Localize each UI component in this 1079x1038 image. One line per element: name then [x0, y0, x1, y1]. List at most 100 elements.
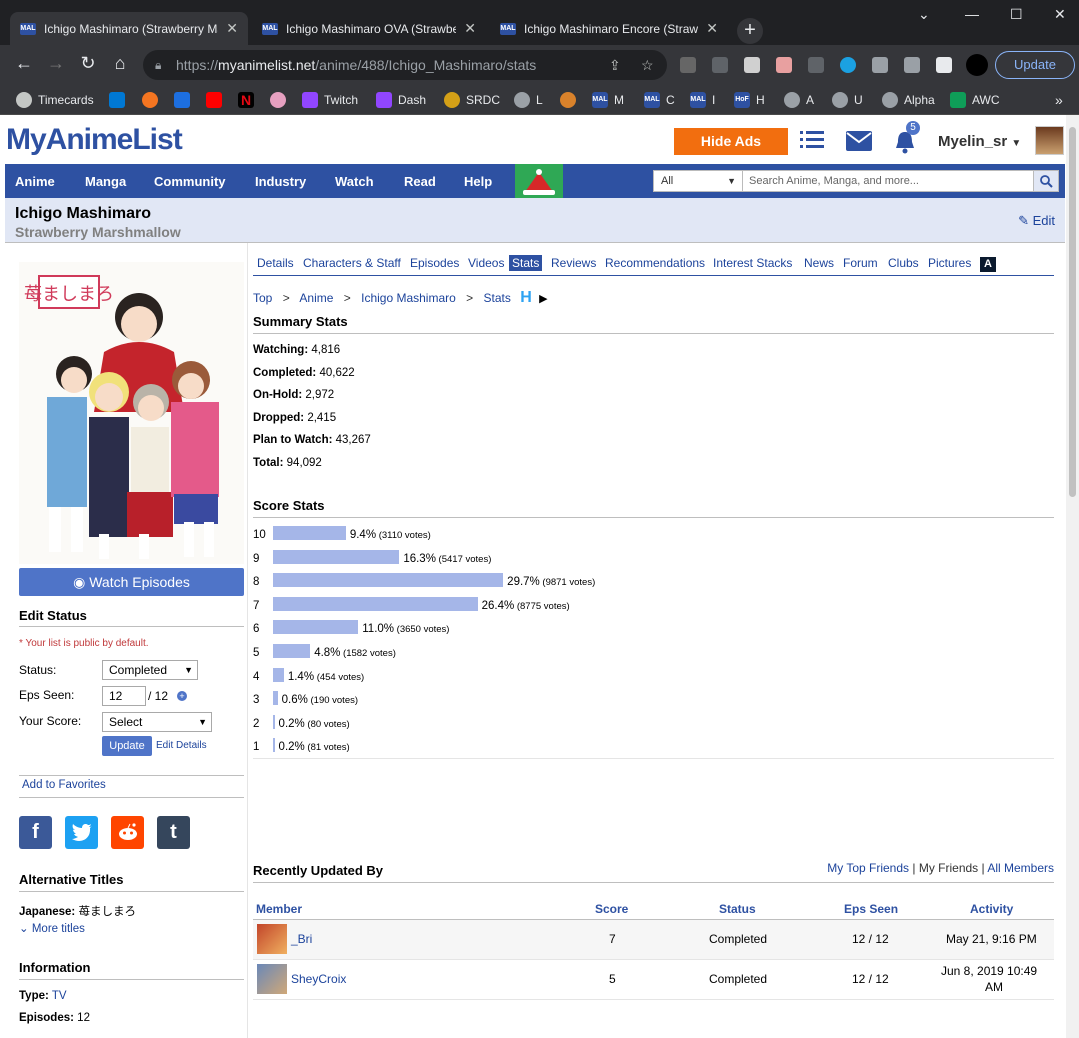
side-panel-icon[interactable] — [936, 57, 952, 73]
hi-logo-icon[interactable]: H — [520, 289, 532, 306]
bookmark-item[interactable]: N — [238, 90, 260, 110]
tab-recommendations[interactable]: Recommendations — [605, 256, 705, 270]
edit-link[interactable]: ✎ Edit — [1018, 213, 1055, 229]
plus-icon[interactable]: + — [177, 691, 187, 701]
all-members-link[interactable]: All Members — [987, 861, 1054, 875]
shazam-icon[interactable] — [840, 57, 856, 73]
browser-tab-1[interactable]: MAL Ichigo Mashimaro (Strawberry Ma ✕ — [10, 12, 248, 45]
bookmark-item[interactable] — [270, 90, 292, 110]
extensions-puzzle-icon[interactable] — [872, 57, 888, 73]
extension-5-icon[interactable] — [808, 57, 824, 73]
menu-help[interactable]: Help — [464, 164, 492, 198]
tab-search-icon[interactable]: ⌄ — [918, 6, 930, 23]
page-scrollbar[interactable] — [1066, 115, 1079, 1038]
close-tab-icon[interactable]: ✕ — [226, 20, 238, 37]
watch-episodes-button[interactable]: ◉ Watch Episodes — [19, 568, 244, 596]
bookmark-item[interactable]: Alpha — [882, 90, 935, 110]
bookmark-item[interactable]: Dash — [376, 90, 426, 110]
bookmark-item[interactable]: MAL I — [690, 90, 715, 110]
profile-avatar-icon[interactable] — [966, 54, 988, 76]
tab-interest-stacks[interactable]: Interest Stacks — [713, 256, 792, 270]
bookmark-star-icon[interactable]: ☆ — [641, 50, 654, 80]
bookmark-item[interactable] — [174, 90, 196, 110]
tab-episodes[interactable]: Episodes — [410, 256, 459, 270]
minimize-icon[interactable]: — — [965, 6, 979, 22]
breadcrumb-title[interactable]: Ichigo Mashimaro — [361, 291, 456, 305]
santa-hat-icon[interactable] — [515, 164, 563, 198]
menu-anime[interactable]: Anime — [15, 164, 55, 198]
bookmark-item[interactable]: A — [784, 90, 814, 110]
score-select[interactable]: Select ▼ — [102, 712, 212, 732]
extension-2-icon[interactable] — [712, 57, 728, 73]
tab-pictures[interactable]: Pictures — [928, 256, 971, 270]
tab-forum[interactable]: Forum — [843, 256, 878, 270]
mail-icon[interactable] — [846, 131, 872, 154]
update-button[interactable]: Update — [102, 736, 152, 756]
menu-manga[interactable]: Manga — [85, 164, 126, 198]
member-avatar[interactable] — [257, 964, 287, 994]
scrollbar-thumb[interactable] — [1069, 127, 1076, 497]
hide-ads-button[interactable]: Hide Ads — [674, 128, 788, 155]
media-control-icon[interactable] — [904, 57, 920, 73]
play-icon[interactable]: ▶ — [539, 293, 547, 305]
reload-icon[interactable]: ↻ — [76, 53, 100, 74]
close-tab-icon[interactable]: ✕ — [706, 20, 718, 37]
facebook-icon[interactable]: f — [19, 816, 52, 849]
tab-news[interactable]: News — [804, 256, 834, 270]
browser-tab-2[interactable]: MAL Ichigo Mashimaro OVA (Strawberr ✕ — [252, 12, 486, 45]
member-link[interactable]: SheyCroix — [291, 972, 346, 986]
eps-seen-input[interactable]: 12 — [102, 686, 146, 706]
address-bar[interactable]: 🔒︎ https://myanimelist.net/anime/488/Ich… — [143, 50, 667, 80]
bookmark-item[interactable]: SRDC — [444, 90, 500, 110]
tab-reviews[interactable]: Reviews — [551, 256, 596, 270]
home-icon[interactable]: ⌂ — [108, 53, 132, 74]
back-icon[interactable]: ← — [12, 53, 36, 74]
bookmark-item[interactable] — [206, 90, 228, 110]
bookmark-item[interactable] — [109, 90, 131, 110]
close-window-icon[interactable]: ✕ — [1054, 6, 1066, 23]
menu-community[interactable]: Community — [154, 164, 226, 198]
bookmark-item[interactable]: AWC — [950, 90, 1000, 110]
site-logo[interactable]: MyAnimeList — [6, 123, 183, 157]
tab-clubs[interactable]: Clubs — [888, 256, 919, 270]
status-select[interactable]: Completed ▼ — [102, 660, 198, 680]
twitter-icon[interactable] — [65, 816, 98, 849]
tab-stats[interactable]: Stats — [509, 255, 543, 271]
extension-3-icon[interactable] — [744, 57, 760, 73]
new-tab-button[interactable]: + — [737, 18, 763, 44]
breadcrumb-stats[interactable]: Stats — [484, 291, 511, 305]
close-tab-icon[interactable]: ✕ — [464, 20, 476, 37]
bookmark-item[interactable]: L — [514, 90, 543, 110]
anilist-icon[interactable]: A — [980, 257, 996, 272]
search-scope-select[interactable]: All ▼ — [653, 170, 743, 192]
bookmark-item[interactable]: HoF H — [734, 90, 765, 110]
browser-tab-3[interactable]: MAL Ichigo Mashimaro Encore (Strawb ✕ — [490, 12, 728, 45]
menu-watch[interactable]: Watch — [335, 164, 374, 198]
search-input[interactable]: Search Anime, Manga, and more... — [742, 170, 1037, 192]
bookmark-item[interactable] — [560, 90, 582, 110]
my-friends-link[interactable]: My Friends — [919, 861, 978, 875]
tab-details[interactable]: Details — [257, 256, 294, 270]
extension-1-icon[interactable] — [680, 57, 696, 73]
member-avatar[interactable] — [257, 924, 287, 954]
extension-4-icon[interactable] — [776, 57, 792, 73]
bookmark-item[interactable]: MAL M — [592, 90, 624, 110]
share-icon[interactable]: ⇪ — [609, 50, 621, 80]
more-titles-link[interactable]: ⌄ More titles — [19, 921, 85, 935]
tab-characters-staff[interactable]: Characters & Staff — [303, 256, 401, 270]
forward-icon[interactable]: → — [44, 53, 68, 74]
browser-update-button[interactable]: Update — [995, 51, 1075, 79]
type-link[interactable]: TV — [52, 990, 67, 1002]
search-icon[interactable] — [1033, 170, 1059, 192]
edit-details-link[interactable]: Edit Details — [156, 740, 207, 751]
breadcrumb-anime[interactable]: Anime — [299, 291, 333, 305]
user-avatar[interactable] — [1035, 126, 1064, 155]
username-menu[interactable]: Myelin_sr ▼ — [938, 133, 1021, 150]
cover-image[interactable]: 苺ましまろ — [19, 262, 244, 564]
bookmark-item[interactable]: MAL C — [644, 90, 675, 110]
bookmark-item[interactable]: Twitch — [302, 90, 358, 110]
breadcrumb-top[interactable]: Top — [253, 291, 272, 305]
tab-videos[interactable]: Videos — [468, 256, 504, 270]
menu-read[interactable]: Read — [404, 164, 436, 198]
bookmark-item[interactable]: Timecards — [16, 90, 94, 110]
